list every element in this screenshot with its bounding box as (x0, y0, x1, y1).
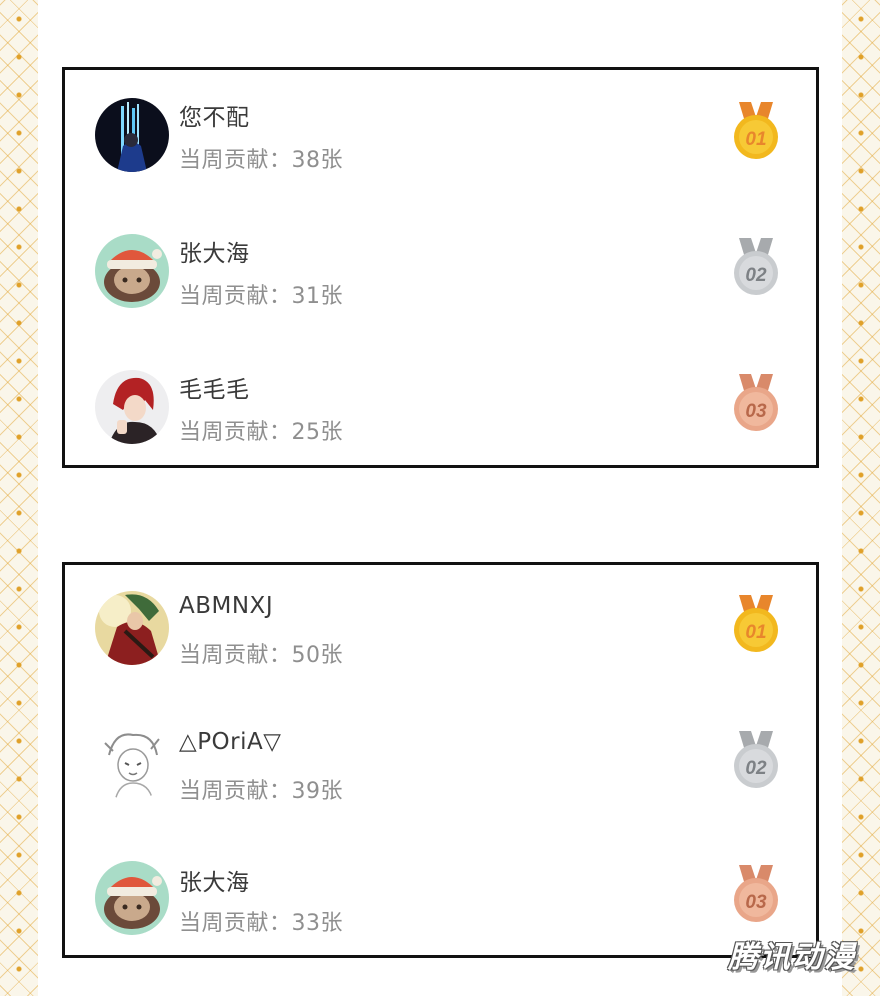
list-item[interactable]: 张大海 当周贡献：31张 02 (65, 228, 816, 328)
ranking-panel-2: ABMNXJ 当周贡献：50张 01 △POriA▽ 当周贡献：39张 02 张… (62, 562, 819, 958)
bronze-medal-icon: 03 (731, 372, 781, 434)
contribution-text: 当周贡献：33张 (179, 911, 343, 936)
avatar-warrior-icon[interactable] (95, 591, 169, 665)
svg-text:03: 03 (745, 892, 767, 913)
user-name: △POriA▽ (179, 729, 282, 755)
user-name: 您不配 (179, 105, 250, 131)
list-item[interactable]: 毛毛毛 当周贡献：25张 03 (65, 364, 816, 464)
avatar-sheep-icon[interactable] (95, 861, 169, 935)
svg-text:01: 01 (745, 129, 766, 150)
silver-medal-icon: 02 (731, 729, 781, 791)
svg-text:03: 03 (745, 401, 767, 422)
list-item[interactable]: 您不配 当周贡献：38张 01 (65, 92, 816, 192)
decorative-border-right (842, 0, 880, 996)
contribution-text: 当周贡献：25张 (179, 420, 343, 445)
bronze-medal-icon: 03 (731, 863, 781, 925)
gold-medal-icon: 01 (731, 593, 781, 655)
avatar-redhair-icon[interactable] (95, 370, 169, 444)
list-item[interactable]: △POriA▽ 当周贡献：39张 02 (65, 723, 816, 823)
contribution-text: 当周贡献：39张 (179, 779, 343, 804)
watermark-logo: 腾讯动漫 (728, 940, 856, 975)
svg-text:01: 01 (745, 622, 766, 643)
user-name: 张大海 (179, 870, 250, 896)
avatar-sketch-icon[interactable] (95, 727, 169, 801)
list-item[interactable]: ABMNXJ 当周贡献：50张 01 (65, 587, 816, 687)
user-name: 毛毛毛 (179, 377, 250, 403)
ranking-panel-1: 您不配 当周贡献：38张 01 张大海 当周贡献：31张 02 毛毛毛 当周贡献… (62, 67, 819, 468)
avatar-sheep-icon[interactable] (95, 234, 169, 308)
list-item[interactable]: 张大海 当周贡献：33张 03 (65, 859, 816, 959)
svg-text:02: 02 (745, 758, 767, 779)
contribution-text: 当周贡献：50张 (179, 643, 343, 668)
decorative-border-left (0, 0, 38, 996)
svg-text:02: 02 (745, 265, 767, 286)
avatar-waterfall-icon[interactable] (95, 98, 169, 172)
user-name: 张大海 (179, 241, 250, 267)
silver-medal-icon: 02 (731, 236, 781, 298)
user-name: ABMNXJ (179, 593, 274, 619)
contribution-text: 当周贡献：31张 (179, 284, 343, 309)
contribution-text: 当周贡献：38张 (179, 148, 343, 173)
gold-medal-icon: 01 (731, 100, 781, 162)
